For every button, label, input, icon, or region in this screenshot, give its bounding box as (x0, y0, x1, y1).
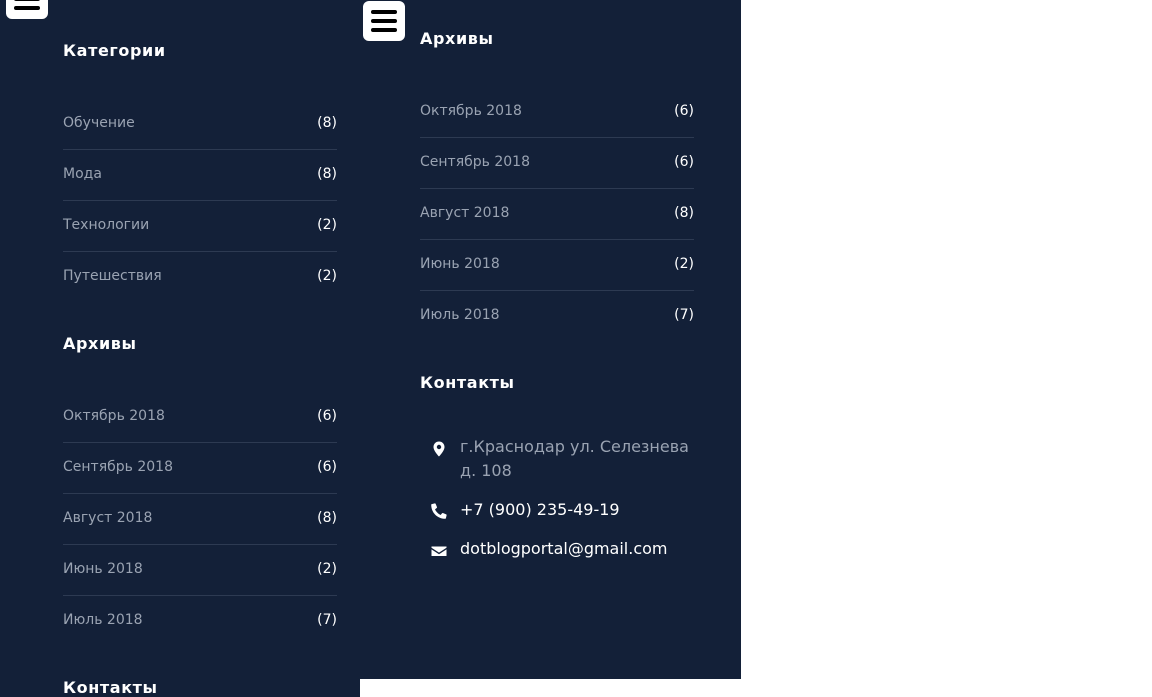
archive-month[interactable]: Сентябрь 2018 (420, 154, 530, 170)
archive-month[interactable]: Июнь 2018 (63, 561, 143, 577)
categories-list: Обучение (8) Мода (8) Технологии (2) Путеше… (63, 99, 337, 303)
list-item[interactable]: Июнь 2018 (2) (63, 545, 337, 596)
category-count: (8) (317, 115, 337, 131)
contact-phone: +7 (900) 235-49-19 (420, 498, 680, 522)
right-sidebar-panel: Архивы Октябрь 2018 (6) Сентябрь 2018 (6) … (360, 0, 741, 679)
contacts-heading: Контакты (420, 373, 515, 392)
list-item[interactable]: Сентябрь 2018 (6) (63, 443, 337, 494)
archives-heading: Архивы (63, 334, 137, 353)
category-name[interactable]: Обучение (63, 115, 135, 131)
phone-number[interactable]: +7 (900) 235-49-19 (460, 498, 620, 522)
categories-heading: Категории (63, 41, 166, 60)
archives-list: Октябрь 2018 (6) Сентябрь 2018 (6) Август … (63, 392, 337, 647)
archive-count: (6) (317, 408, 337, 424)
category-count: (8) (317, 166, 337, 182)
left-sidebar-panel: Категории Обучение (8) Мода (8) Технологии… (0, 0, 360, 697)
list-item[interactable]: Путешествия (2) (63, 252, 337, 303)
email-address[interactable]: dotblogportal@gmail.com (460, 537, 668, 561)
archive-month[interactable]: Октябрь 2018 (63, 408, 165, 424)
list-item[interactable]: Сентябрь 2018 (6) (420, 138, 694, 189)
archive-month[interactable]: Июль 2018 (63, 612, 143, 628)
contact-address: г.Краснодар ул. Селезнева д. 108 (420, 435, 689, 485)
category-name[interactable]: Технологии (63, 217, 149, 233)
archive-count: (2) (317, 561, 337, 577)
archive-count: (6) (674, 154, 694, 170)
archive-count: (6) (674, 103, 694, 119)
archive-month[interactable]: Июнь 2018 (420, 256, 500, 272)
list-item[interactable]: Обучение (8) (63, 99, 337, 150)
archive-month[interactable]: Август 2018 (420, 205, 509, 221)
archive-count: (8) (674, 205, 694, 221)
archives-heading: Архивы (420, 29, 494, 48)
archive-month[interactable]: Июль 2018 (420, 307, 500, 323)
contact-email: dotblogportal@gmail.com (420, 537, 680, 561)
archive-count: (8) (317, 510, 337, 526)
list-item[interactable]: Октябрь 2018 (6) (420, 87, 694, 138)
list-item[interactable]: Июнь 2018 (2) (420, 240, 694, 291)
list-item[interactable]: Июль 2018 (7) (420, 291, 694, 342)
list-item[interactable]: Август 2018 (8) (63, 494, 337, 545)
list-item[interactable]: Август 2018 (8) (420, 189, 694, 240)
category-count: (2) (317, 268, 337, 284)
contacts-heading: Контакты (63, 678, 158, 697)
archive-count: (7) (317, 612, 337, 628)
envelope-icon (431, 546, 447, 556)
hamburger-menu-icon[interactable] (363, 1, 405, 41)
archive-count: (6) (317, 459, 337, 475)
archive-count: (2) (674, 256, 694, 272)
phone-icon (431, 503, 447, 519)
category-count: (2) (317, 217, 337, 233)
archives-list: Октябрь 2018 (6) Сентябрь 2018 (6) Август … (420, 87, 694, 342)
list-item[interactable]: Технологии (2) (63, 201, 337, 252)
category-name[interactable]: Путешествия (63, 268, 162, 284)
archive-month[interactable]: Август 2018 (63, 510, 152, 526)
address-line-2: д. 108 (460, 461, 512, 480)
archive-month[interactable]: Октябрь 2018 (420, 103, 522, 119)
category-name[interactable]: Мода (63, 166, 102, 182)
list-item[interactable]: Октябрь 2018 (6) (63, 392, 337, 443)
map-marker-icon (433, 441, 445, 457)
list-item[interactable]: Мода (8) (63, 150, 337, 201)
list-item[interactable]: Июль 2018 (7) (63, 596, 337, 647)
hamburger-menu-icon[interactable] (6, 0, 48, 19)
archive-month[interactable]: Сентябрь 2018 (63, 459, 173, 475)
address-line-1: г.Краснодар ул. Селезнева (460, 437, 689, 456)
archive-count: (7) (674, 307, 694, 323)
